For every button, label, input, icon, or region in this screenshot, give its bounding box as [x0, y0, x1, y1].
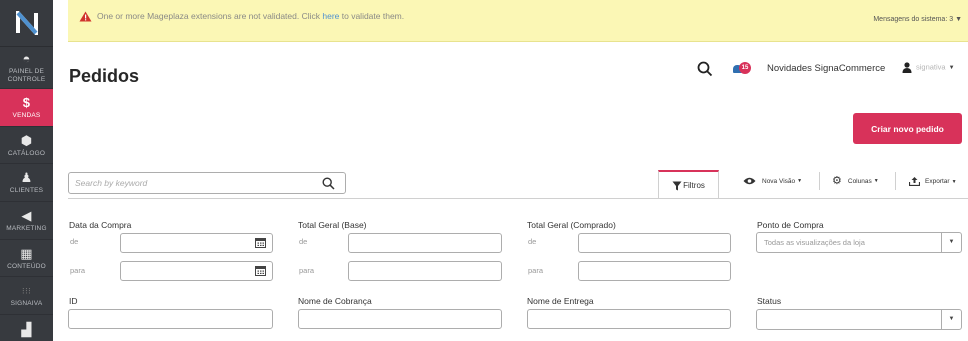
system-messages-label: Mensagens do sistema: 3 [873, 16, 954, 23]
dots-icon: ⁝⁝⁝ [21, 286, 32, 296]
grand-total-base-label: Total Geral (Base) [298, 220, 367, 230]
purchase-date-label: Data da Compra [69, 220, 132, 230]
columns-dropdown[interactable]: ⚙ Colunas ▼ [832, 175, 879, 187]
id-input[interactable] [68, 309, 273, 329]
chevron-down-icon: ▼ [955, 16, 962, 23]
create-order-button[interactable]: Criar novo pedido [853, 113, 962, 144]
sidebar-item-label: VENDAS [12, 112, 41, 119]
purchase-point-select[interactable]: Todas as visualizações da loja ▼ [756, 232, 962, 253]
sidebar-item-dashboard[interactable]: ◓ PAINEL DE CONTROLE [0, 47, 53, 89]
chevron-down-icon: ▼ [948, 65, 955, 72]
shipping-name-label: Nome de Entrega [527, 296, 594, 306]
export-dropdown[interactable]: Exportar ▼ [909, 177, 957, 186]
keyword-search [68, 172, 346, 194]
shipping-name-input[interactable] [527, 309, 731, 329]
grand-total-base-to-label: para [299, 266, 315, 275]
filters-tab[interactable]: Filtros [658, 170, 719, 199]
logo[interactable] [0, 0, 53, 47]
search-icon[interactable] [322, 177, 335, 190]
grand-total-purchased-from-label: de [528, 237, 537, 246]
status-label: Status [757, 296, 782, 306]
grand-total-base-from-input[interactable] [348, 233, 502, 253]
user-icon [902, 62, 912, 73]
grand-total-purchased-label: Total Geral (Comprado) [527, 220, 616, 230]
grand-total-base-from-label: de [299, 237, 308, 246]
notice-text: One or more Mageplaza extensions are not… [97, 11, 323, 21]
notification-count-badge: 15 [739, 62, 751, 74]
user-menu[interactable]: signativa ▼ [902, 62, 955, 73]
sidebar-item-catalog[interactable]: ⬢ CATÁLOGO [0, 127, 53, 164]
sidebar-item-label: CLIENTES [9, 187, 44, 194]
sidebar-item-label: PAINEL DE CONTROLE [7, 68, 46, 83]
new-view-dropdown[interactable]: Nova Visão ▼ [743, 177, 802, 185]
grand-total-purchased-from-input[interactable] [578, 233, 731, 253]
eye-icon [743, 177, 756, 185]
purchase-date-from-input[interactable] [120, 233, 273, 253]
box-icon: ⬢ [20, 132, 33, 148]
billing-name-label: Nome de Cobrança [298, 296, 372, 306]
megaphone-icon: ◀ [21, 208, 32, 223]
status-select[interactable]: ▼ [756, 309, 962, 330]
grand-total-purchased-to-input[interactable] [578, 261, 731, 281]
sidebar-item-label: CONTEÚDO [7, 262, 46, 270]
sidebar-item-marketing[interactable]: ◀ MARKETING [0, 202, 53, 240]
grand-total-base-to-input[interactable] [348, 261, 502, 281]
dashboard-icon: ◓ [22, 51, 31, 66]
purchase-date-to-label: para [70, 266, 86, 275]
sidebar-item-reports[interactable]: ▟ [0, 315, 53, 341]
layout-icon: ▦ [20, 245, 33, 261]
toolbar-divider [895, 172, 896, 190]
filters-label: Filtros [683, 181, 705, 190]
chevron-down-icon: ▼ [941, 233, 961, 252]
id-label: ID [69, 296, 78, 306]
notice-text-end: to validate them. [339, 11, 405, 21]
sidebar-item-label: SIGNAIVA [10, 300, 43, 307]
page-title: Pedidos [69, 66, 140, 86]
sidebar-item-label: CATÁLOGO [7, 149, 46, 157]
gear-icon: ⚙ [832, 175, 842, 187]
notice-message: One or more Mageplaza extensions are not… [97, 11, 404, 21]
purchase-point-value: Todas as visualizações da loja [764, 238, 865, 247]
toolbar-divider [819, 172, 820, 190]
person-icon: ♟ [20, 170, 33, 185]
warning-icon [79, 11, 92, 22]
chevron-down-icon: ▼ [951, 178, 957, 185]
columns-label: Colunas [847, 177, 872, 185]
search-icon[interactable] [697, 61, 713, 77]
billing-name-input[interactable] [298, 309, 502, 329]
logo-n-icon [15, 11, 38, 35]
validate-link[interactable]: here [322, 11, 339, 21]
chevron-down-icon: ▼ [941, 310, 961, 329]
purchase-date-to-input[interactable] [120, 261, 273, 281]
system-notice-bar: One or more Mageplaza extensions are not… [68, 0, 968, 42]
user-name: signativa [916, 62, 946, 72]
sidebar-item-sales[interactable]: $ VENDAS [0, 89, 53, 127]
bar-chart-icon: ▟ [21, 321, 32, 337]
dollar-icon: $ [22, 95, 31, 110]
sidebar-item-signaiva[interactable]: ⁝⁝⁝ SIGNAIVA [0, 277, 53, 315]
keyword-search-input[interactable] [75, 176, 315, 190]
sidebar-item-content[interactable]: ▦ CONTEÚDO [0, 240, 53, 277]
chevron-down-icon: ▼ [797, 178, 803, 184]
toolbar-divider [68, 198, 968, 199]
grand-total-purchased-to-label: para [528, 266, 544, 275]
sidebar-item-customers[interactable]: ♟ CLIENTES [0, 164, 53, 202]
new-view-label: Nova Visão [762, 177, 796, 185]
calendar-icon[interactable] [255, 237, 266, 248]
chevron-down-icon: ▼ [873, 178, 879, 184]
funnel-icon [672, 181, 682, 190]
sidebar-item-label: MARKETING [6, 225, 47, 232]
purchase-point-label: Ponto de Compra [757, 220, 824, 230]
system-messages-dropdown[interactable]: Mensagens do sistema: 3 ▼ [873, 16, 962, 23]
export-label: Exportar [925, 178, 950, 185]
notifications-bell[interactable]: 15 [733, 62, 751, 76]
sidebar: ◓ PAINEL DE CONTROLE $ VENDAS ⬢ CATÁLOGO… [0, 0, 53, 341]
calendar-icon[interactable] [255, 265, 266, 276]
export-icon [909, 177, 920, 186]
novidades-link[interactable]: Novidades SignaCommerce [767, 63, 885, 74]
purchase-date-from-label: de [70, 237, 79, 246]
